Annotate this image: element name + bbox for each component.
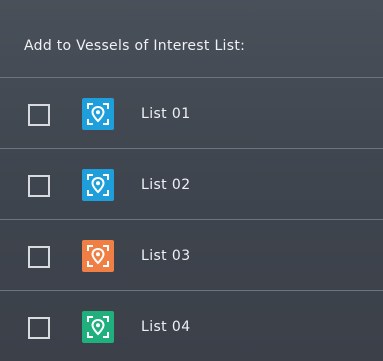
location-pin-icon <box>82 98 114 130</box>
list-label: List 02 <box>141 177 191 193</box>
list-label: List 01 <box>141 106 191 122</box>
list-item-list-03[interactable]: List 03 <box>0 220 383 291</box>
location-pin-icon <box>82 240 114 272</box>
location-pin-icon <box>82 311 114 343</box>
list-item-list-01[interactable]: List 01 <box>0 78 383 149</box>
list-03-checkbox[interactable] <box>28 246 50 268</box>
add-to-vessels-of-interest-panel: Add to Vessels of Interest List: List 01… <box>0 0 383 361</box>
list-item-list-02[interactable]: List 02 <box>0 149 383 220</box>
list-04-checkbox[interactable] <box>28 317 50 339</box>
panel-header: Add to Vessels of Interest List: <box>0 0 383 78</box>
list-02-checkbox[interactable] <box>28 175 50 197</box>
list-label: List 04 <box>141 319 191 335</box>
list-01-checkbox[interactable] <box>28 104 50 126</box>
panel-title: Add to Vessels of Interest List: <box>24 38 246 54</box>
location-pin-icon <box>82 169 114 201</box>
list-item-list-04[interactable]: List 04 <box>0 291 383 361</box>
list-label: List 03 <box>141 248 191 264</box>
